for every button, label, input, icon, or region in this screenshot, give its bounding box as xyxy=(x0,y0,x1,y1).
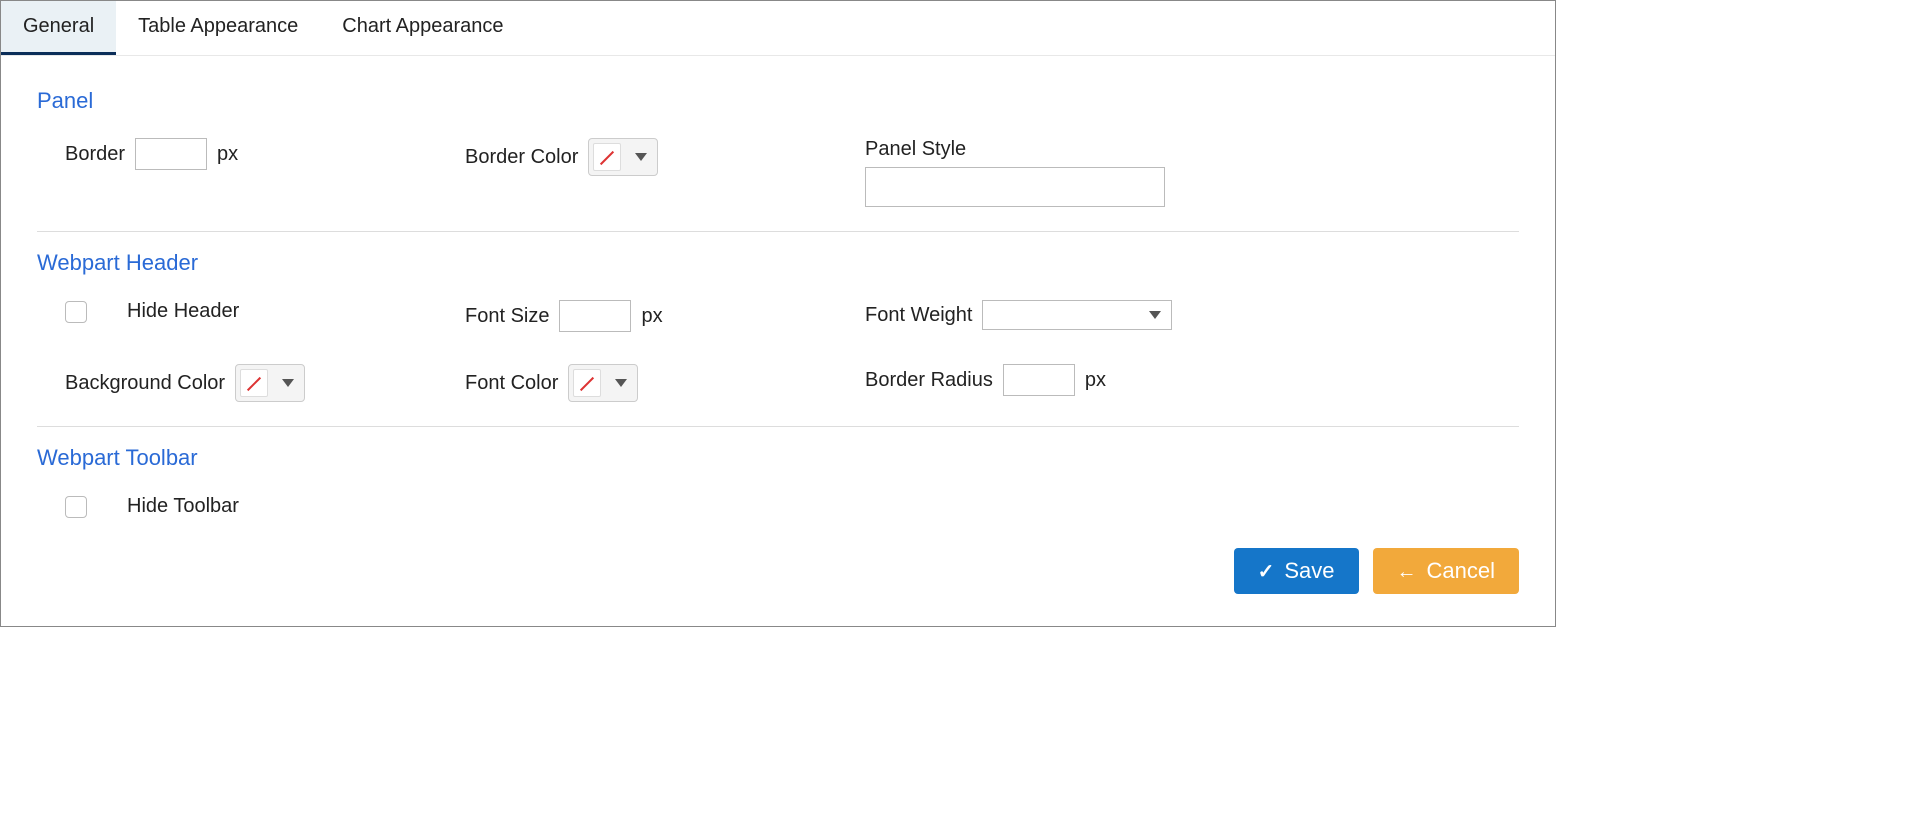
hide-toolbar-checkbox[interactable] xyxy=(65,496,87,518)
hide-toolbar-label: Hide Toolbar xyxy=(127,495,239,518)
no-color-icon xyxy=(593,143,621,171)
panel-row: Border px Border Color Panel Style xyxy=(37,132,1519,213)
save-button-label: Save xyxy=(1284,558,1334,584)
divider xyxy=(37,426,1519,427)
divider xyxy=(37,231,1519,232)
border-label: Border xyxy=(65,143,125,166)
arrow-left-icon xyxy=(1397,558,1417,584)
background-color-picker[interactable] xyxy=(235,364,305,402)
border-input[interactable] xyxy=(135,138,207,170)
hide-header-checkbox[interactable] xyxy=(65,301,87,323)
settings-dialog: General Table Appearance Chart Appearanc… xyxy=(0,0,1556,627)
toolbar-row: Hide Toolbar xyxy=(37,489,1519,524)
tab-general[interactable]: General xyxy=(1,1,116,55)
footer-buttons: Save Cancel xyxy=(37,524,1519,602)
hide-header-label: Hide Header xyxy=(127,300,239,323)
header-row-2: Background Color Font Color Border Radiu… xyxy=(37,358,1519,408)
border-radius-unit: px xyxy=(1085,369,1106,392)
tab-chart-appearance[interactable]: Chart Appearance xyxy=(320,1,525,55)
font-color-label: Font Color xyxy=(465,372,558,395)
no-color-icon xyxy=(573,369,601,397)
background-color-label: Background Color xyxy=(65,372,225,395)
font-size-label: Font Size xyxy=(465,305,549,328)
border-radius-label: Border Radius xyxy=(865,369,993,392)
section-title-toolbar: Webpart Toolbar xyxy=(37,445,1519,471)
panel-style-input[interactable] xyxy=(865,167,1165,207)
section-title-panel: Panel xyxy=(37,88,1519,114)
section-title-header: Webpart Header xyxy=(37,250,1519,276)
chevron-down-icon xyxy=(635,153,647,161)
chevron-down-icon xyxy=(615,379,627,387)
chevron-down-icon xyxy=(1149,311,1161,319)
tab-content-general: Panel Border px Border Color Panel Style xyxy=(1,56,1555,626)
tab-bar: General Table Appearance Chart Appearanc… xyxy=(1,1,1555,56)
header-row-1: Hide Header Font Size px Font Weight xyxy=(37,294,1519,338)
panel-style-label: Panel Style xyxy=(865,138,1165,161)
check-icon xyxy=(1258,558,1275,584)
border-unit: px xyxy=(217,143,238,166)
chevron-down-icon xyxy=(282,379,294,387)
save-button[interactable]: Save xyxy=(1234,548,1359,594)
cancel-button[interactable]: Cancel xyxy=(1373,548,1519,594)
border-color-picker[interactable] xyxy=(588,138,658,176)
tab-table-appearance[interactable]: Table Appearance xyxy=(116,1,320,55)
border-color-label: Border Color xyxy=(465,146,578,169)
font-color-picker[interactable] xyxy=(568,364,638,402)
font-size-input[interactable] xyxy=(559,300,631,332)
font-size-unit: px xyxy=(641,305,662,328)
cancel-button-label: Cancel xyxy=(1427,558,1495,584)
no-color-icon xyxy=(240,369,268,397)
font-weight-select[interactable] xyxy=(982,300,1172,330)
font-weight-label: Font Weight xyxy=(865,304,972,327)
border-radius-input[interactable] xyxy=(1003,364,1075,396)
